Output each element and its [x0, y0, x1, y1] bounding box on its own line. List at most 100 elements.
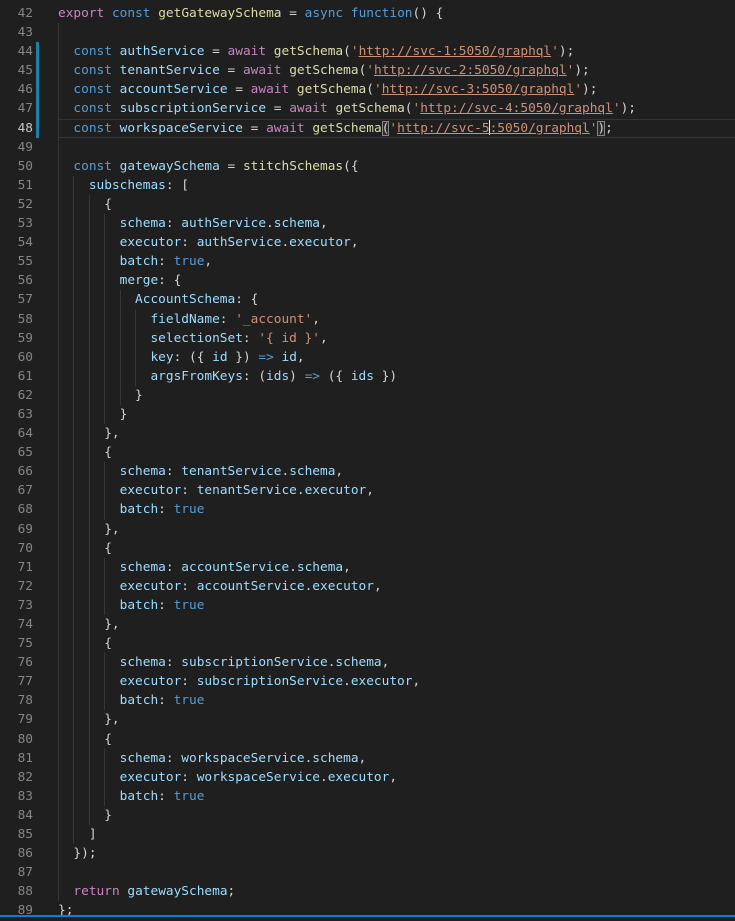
code-line[interactable]: 80 { [0, 730, 735, 749]
line-number[interactable]: 80 [0, 730, 33, 749]
code-line-content[interactable]: const workspaceService = await getSchema… [58, 119, 735, 138]
gutter-margin[interactable] [33, 252, 58, 271]
code-line-content[interactable]: } [58, 386, 735, 405]
gutter-margin[interactable] [33, 4, 58, 23]
code-line-content[interactable]: export const getGatewaySchema = async fu… [58, 4, 735, 23]
code-line[interactable]: 64 }, [0, 424, 735, 443]
line-number[interactable]: 56 [0, 271, 33, 290]
gutter-margin[interactable] [33, 768, 58, 787]
gutter-margin[interactable] [33, 61, 58, 80]
gutter-margin[interactable] [33, 634, 58, 653]
code-line[interactable]: 54 executor: authService.executor, [0, 233, 735, 252]
code-line[interactable]: 81 schema: workspaceService.schema, [0, 749, 735, 768]
line-number[interactable]: 59 [0, 329, 33, 348]
gutter-margin[interactable] [33, 42, 58, 61]
code-line-content[interactable]: batch: true [58, 596, 735, 615]
gutter-margin[interactable] [33, 405, 58, 424]
gutter-margin[interactable] [33, 443, 58, 462]
gutter-margin[interactable] [33, 214, 58, 233]
code-line-content[interactable]: } [58, 806, 735, 825]
code-line-content[interactable]: batch: true [58, 787, 735, 806]
code-line-content[interactable]: const accountService = await getSchema('… [58, 80, 735, 99]
code-line-content[interactable]: }, [58, 520, 735, 539]
code-line-content[interactable]: executor: workspaceService.executor, [58, 768, 735, 787]
code-line[interactable]: 76 schema: subscriptionService.schema, [0, 653, 735, 672]
code-line-content[interactable]: return gatewaySchema; [58, 882, 735, 901]
code-line[interactable]: 69 }, [0, 520, 735, 539]
code-line[interactable]: 62 } [0, 386, 735, 405]
gutter-margin[interactable] [33, 615, 58, 634]
code-line[interactable]: 68 batch: true [0, 500, 735, 519]
line-number[interactable]: 42 [0, 4, 33, 23]
code-line[interactable]: 43 [0, 23, 735, 42]
code-line[interactable]: 42 export const getGatewaySchema = async … [0, 4, 735, 23]
code-line[interactable]: 63 } [0, 405, 735, 424]
gutter-margin[interactable] [33, 653, 58, 672]
code-line-content[interactable]: batch: true, [58, 252, 735, 271]
gutter-margin[interactable] [33, 710, 58, 729]
code-line[interactable]: 88 return gatewaySchema; [0, 882, 735, 901]
line-number[interactable]: 87 [0, 863, 33, 882]
code-line-content[interactable]: }, [58, 424, 735, 443]
line-number[interactable]: 53 [0, 214, 33, 233]
code-line-content[interactable]: { [58, 730, 735, 749]
code-line-content[interactable] [58, 863, 735, 882]
code-line-content[interactable]: selectionSet: '{ id }', [58, 329, 735, 348]
code-line-content[interactable]: schema: subscriptionService.schema, [58, 653, 735, 672]
code-line[interactable]: 45 const tenantService = await getSchema… [0, 61, 735, 80]
gutter-margin[interactable] [33, 195, 58, 214]
line-number[interactable]: 88 [0, 882, 33, 901]
gutter-margin[interactable] [33, 138, 58, 157]
line-number[interactable]: 74 [0, 615, 33, 634]
gutter-margin[interactable] [33, 367, 58, 386]
line-number[interactable]: 68 [0, 500, 33, 519]
code-line-content[interactable]: executor: authService.executor, [58, 233, 735, 252]
code-line[interactable]: 74 }, [0, 615, 735, 634]
gutter-margin[interactable] [33, 233, 58, 252]
line-number[interactable]: 75 [0, 634, 33, 653]
line-number[interactable]: 51 [0, 176, 33, 195]
line-number[interactable]: 63 [0, 405, 33, 424]
code-line[interactable]: 70 { [0, 539, 735, 558]
line-number[interactable]: 64 [0, 424, 33, 443]
code-line-content[interactable]: ] [58, 825, 735, 844]
code-line-content[interactable]: AccountSchema: { [58, 290, 735, 309]
gutter-margin[interactable] [33, 539, 58, 558]
gutter-margin[interactable] [33, 520, 58, 539]
code-line[interactable]: 56 merge: { [0, 271, 735, 290]
gutter-margin[interactable] [33, 825, 58, 844]
line-number[interactable]: 49 [0, 138, 33, 157]
line-number[interactable]: 81 [0, 749, 33, 768]
code-line-content[interactable]: schema: authService.schema, [58, 214, 735, 233]
gutter-margin[interactable] [33, 310, 58, 329]
code-line[interactable]: 77 executor: subscriptionService.executo… [0, 672, 735, 691]
code-line-content[interactable]: const tenantService = await getSchema('h… [58, 61, 735, 80]
code-line[interactable]: 46 const accountService = await getSchem… [0, 80, 735, 99]
code-line[interactable]: 44 const authService = await getSchema('… [0, 42, 735, 61]
line-number[interactable]: 66 [0, 462, 33, 481]
gutter-margin[interactable] [33, 329, 58, 348]
line-number[interactable]: 62 [0, 386, 33, 405]
code-line[interactable]: 49 [0, 138, 735, 157]
code-line[interactable]: 52 { [0, 195, 735, 214]
gutter-margin[interactable] [33, 787, 58, 806]
gutter-margin[interactable] [33, 23, 58, 42]
code-line[interactable]: 71 schema: accountService.schema, [0, 558, 735, 577]
gutter-margin[interactable] [33, 176, 58, 195]
code-line-content[interactable]: key: ({ id }) => id, [58, 348, 735, 367]
gutter-margin[interactable] [33, 80, 58, 99]
code-line-content[interactable]: } [58, 405, 735, 424]
code-line-content[interactable]: executor: accountService.executor, [58, 577, 735, 596]
line-number[interactable]: 55 [0, 252, 33, 271]
code-line-content[interactable]: schema: accountService.schema, [58, 558, 735, 577]
code-line-content[interactable]: batch: true [58, 500, 735, 519]
line-number[interactable]: 50 [0, 157, 33, 176]
line-number[interactable]: 48 [0, 119, 33, 138]
gutter-margin[interactable] [33, 577, 58, 596]
gutter-margin[interactable] [33, 424, 58, 443]
code-editor[interactable]: 42 export const getGatewaySchema = async … [0, 0, 735, 917]
gutter-margin[interactable] [33, 672, 58, 691]
line-number[interactable]: 67 [0, 481, 33, 500]
line-number[interactable]: 43 [0, 23, 33, 42]
code-line[interactable]: 57 AccountSchema: { [0, 290, 735, 309]
